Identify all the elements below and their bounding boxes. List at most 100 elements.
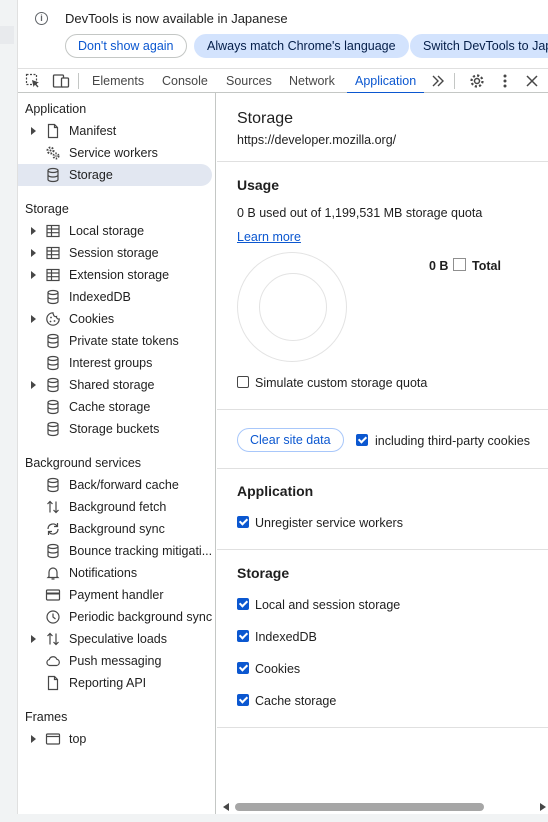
unregister-service-workers-checkbox[interactable] (237, 516, 249, 528)
dont-show-again-button[interactable]: Don't show again (65, 34, 187, 58)
expand-arrow-icon[interactable] (31, 735, 36, 743)
always-match-language-button[interactable]: Always match Chrome's language (194, 34, 409, 58)
sidebar-item-payment-handler[interactable]: Payment handler (18, 584, 212, 606)
sidebar-item-background-fetch[interactable]: Background fetch (18, 496, 212, 518)
sidebar-item-label: Private state tokens (69, 334, 179, 348)
expand-arrow-icon[interactable] (31, 635, 36, 643)
sidebar-item-reporting-api[interactable]: Reporting API (18, 672, 212, 694)
sidebar-item-shared-storage[interactable]: Shared storage (18, 374, 212, 396)
switch-devtools-language-button[interactable]: Switch DevTools to Japa (410, 34, 548, 58)
close-icon[interactable] (522, 71, 542, 91)
table-icon (46, 246, 60, 260)
sidebar-item-session-storage[interactable]: Session storage (18, 242, 212, 264)
simulate-quota-checkbox[interactable] (237, 376, 249, 388)
indexeddb-checkbox[interactable] (237, 630, 249, 642)
sidebar-section-frames: Frames (25, 710, 68, 724)
learn-more-link[interactable]: Learn more (237, 230, 301, 244)
sidebar-item-private-state-tokens[interactable]: Private state tokens (18, 330, 212, 352)
sidebar-item-indexeddb[interactable]: IndexedDB (18, 286, 212, 308)
sidebar-item-label: Background sync (69, 522, 165, 536)
legend-total-label: Total (472, 259, 501, 273)
sidebar-item-label: Session storage (69, 246, 159, 260)
more-options-kebab-icon[interactable] (495, 71, 515, 91)
database-icon (47, 399, 59, 415)
sidebar-item-local-storage[interactable]: Local storage (18, 220, 212, 242)
page-edge-tick (0, 26, 14, 44)
up-down-arrows-icon (47, 500, 59, 514)
sidebar-item-push-messaging[interactable]: Push messaging (18, 650, 212, 672)
third-party-cookies-checkbox[interactable] (356, 434, 368, 446)
sidebar-item-back-forward-cache[interactable]: Back/forward cache (18, 474, 212, 496)
document-icon (47, 123, 59, 139)
storage-check-label: IndexedDB (255, 630, 317, 644)
horizontal-scrollbar[interactable] (217, 800, 548, 814)
expand-arrow-icon[interactable] (31, 127, 36, 135)
expand-arrow-icon[interactable] (31, 271, 36, 279)
clock-icon (46, 610, 60, 624)
usage-heading: Usage (237, 177, 280, 193)
expand-arrow-icon[interactable] (31, 381, 36, 389)
divider (217, 409, 548, 410)
expand-arrow-icon[interactable] (31, 227, 36, 235)
origin-url: https://developer.mozilla.org/ (237, 133, 397, 147)
local-session-storage-checkbox[interactable] (237, 598, 249, 610)
sidebar-item-label: Local storage (69, 224, 145, 238)
sidebar-item-label: Notifications (69, 566, 138, 580)
cookies-checkbox[interactable] (237, 662, 249, 674)
database-icon (47, 333, 59, 349)
inspect-element-icon[interactable] (23, 71, 43, 91)
divider (217, 549, 548, 550)
device-toolbar-icon[interactable] (51, 71, 71, 91)
storage-check-label: Cookies (255, 662, 301, 676)
sidebar-item-notifications[interactable]: Notifications (18, 562, 212, 584)
sidebar-item-frame-top[interactable]: top (18, 728, 212, 750)
legend-swatch (453, 258, 466, 271)
sidebar-item-label: Speculative loads (69, 632, 167, 646)
divider (217, 727, 548, 728)
sidebar-item-extension-storage[interactable]: Extension storage (18, 264, 212, 286)
sync-icon (47, 523, 59, 535)
clear-site-data-button[interactable]: Clear site data (237, 428, 344, 452)
credit-card-icon (45, 589, 61, 601)
sidebar-item-speculative-loads[interactable]: Speculative loads (18, 628, 212, 650)
sidebar-item-label: Back/forward cache (69, 478, 179, 492)
sidebar-item-interest-groups[interactable]: Interest groups (18, 352, 212, 374)
more-tabs-chevron-icon[interactable] (428, 71, 448, 91)
scroll-left-arrow-icon[interactable] (223, 803, 229, 811)
scrollbar-thumb[interactable] (235, 803, 484, 811)
settings-gear-icon[interactable] (467, 71, 487, 91)
tab-network[interactable]: Network (289, 69, 335, 93)
sidebar-item-storage-buckets[interactable]: Storage buckets (18, 418, 212, 440)
page-edge-strip (0, 0, 18, 822)
tab-sources[interactable]: Sources (226, 69, 272, 93)
tab-application[interactable]: Application (346, 69, 425, 94)
database-icon (47, 477, 59, 493)
sidebar-item-bounce-tracking[interactable]: Bounce tracking mitigati... (18, 540, 212, 562)
bottom-edge (0, 814, 548, 822)
sidebar-item-label: Cookies (69, 312, 115, 326)
sidebar-item-storage[interactable]: Storage (18, 164, 212, 186)
sidebar-item-background-sync[interactable]: Background sync (18, 518, 212, 540)
sidebar-item-manifest[interactable]: Manifest (18, 120, 212, 142)
frame-icon (45, 733, 61, 745)
divider (217, 468, 548, 469)
page-title: Storage (237, 110, 294, 127)
sidebar-section-application: Application (25, 102, 87, 116)
sidebar-item-cache-storage[interactable]: Cache storage (18, 396, 212, 418)
sidebar-item-cookies[interactable]: Cookies (18, 308, 212, 330)
sidebar-item-label: Service workers (69, 146, 158, 160)
expand-arrow-icon[interactable] (31, 315, 36, 323)
scroll-right-arrow-icon[interactable] (540, 803, 546, 811)
sidebar-item-label: Manifest (69, 124, 117, 138)
simulate-quota-label: Simulate custom storage quota (255, 376, 428, 390)
language-infobar: i DevTools is now available in Japanese … (18, 0, 548, 68)
devtools-tabbar: Elements Console Sources Network Applica… (18, 68, 548, 94)
gears-icon (46, 146, 60, 160)
sidebar-item-periodic-background-sync[interactable]: Periodic background sync (18, 606, 212, 628)
tab-console[interactable]: Console (162, 69, 208, 93)
expand-arrow-icon[interactable] (31, 249, 36, 257)
sidebar-item-label: Push messaging (69, 654, 162, 668)
cache-storage-checkbox[interactable] (237, 694, 249, 706)
tab-elements[interactable]: Elements (92, 69, 144, 93)
sidebar-item-service-workers[interactable]: Service workers (18, 142, 212, 164)
